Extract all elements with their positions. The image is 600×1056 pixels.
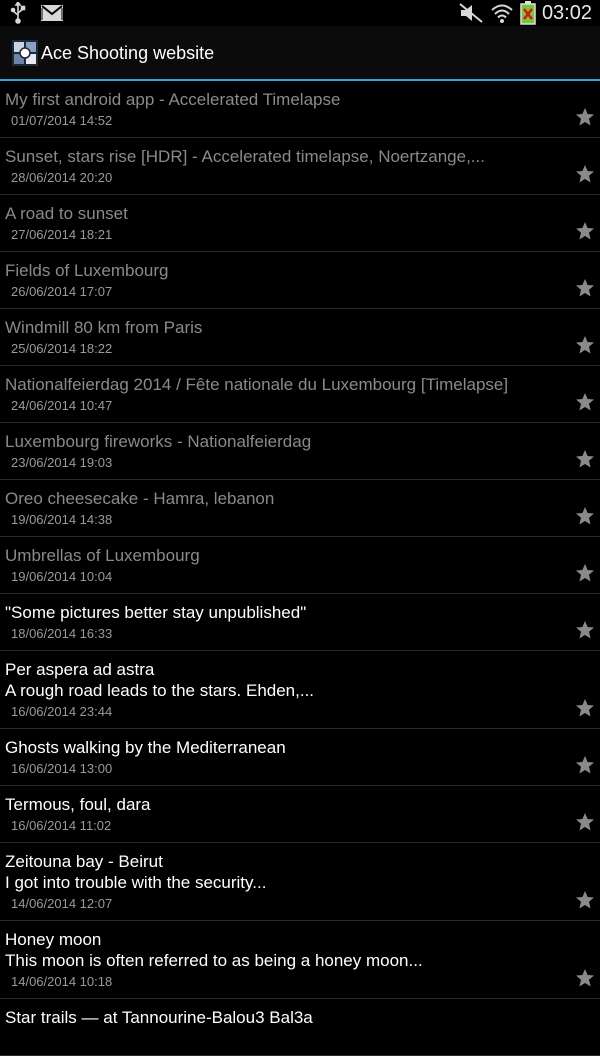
star-icon[interactable] xyxy=(575,392,595,412)
list-item[interactable]: Windmill 80 km from Paris 25/06/2014 18:2… xyxy=(0,309,600,366)
item-subtitle: I got into trouble with the security... xyxy=(5,873,267,892)
item-title: Termous, foul, dara xyxy=(5,795,151,814)
star-icon[interactable] xyxy=(575,698,595,718)
item-subtitle: A rough road leads to the stars. Ehden,.… xyxy=(5,681,315,700)
usb-icon xyxy=(10,2,26,24)
list-item[interactable]: Zeitouna bay - Beirut I got into trouble … xyxy=(0,843,600,921)
item-date: 14/06/2014 10:18 xyxy=(11,974,113,989)
list-item[interactable]: Fields of Luxembourg 26/06/2014 17:07 xyxy=(0,252,600,309)
item-title: A road to sunset xyxy=(5,204,128,223)
item-date: 25/06/2014 18:22 xyxy=(11,341,113,356)
star-icon[interactable] xyxy=(575,449,595,469)
star-icon[interactable] xyxy=(575,107,595,127)
list-item[interactable]: Nationalfeierdag 2014 / Fête nationale d… xyxy=(0,366,600,423)
star-icon[interactable] xyxy=(575,506,595,526)
star-icon[interactable] xyxy=(575,890,595,910)
list-item[interactable]: Star trails — at Tannourine-Balou3 Bal3a xyxy=(0,999,600,1056)
list-item[interactable]: Termous, foul, dara 16/06/2014 11:02 xyxy=(0,786,600,843)
item-date: 16/06/2014 11:02 xyxy=(11,818,112,833)
item-title: Nationalfeierdag 2014 / Fête nationale d… xyxy=(5,375,509,394)
item-date: 14/06/2014 12:07 xyxy=(11,896,113,911)
item-title: Ghosts walking by the Mediterranean xyxy=(5,738,286,757)
battery-icon xyxy=(520,1,536,25)
item-title: Windmill 80 km from Paris xyxy=(5,318,203,337)
list-item[interactable]: Honey moon This moon is often referred to… xyxy=(0,921,600,999)
list-item[interactable]: Per aspera ad astra A rough road leads to… xyxy=(0,651,600,729)
list-item[interactable]: My first android app - Accelerated Timel… xyxy=(0,81,600,138)
item-subtitle: This moon is often referred to as being … xyxy=(5,951,423,970)
item-title: Sunset, stars rise [HDR] - Accelerated t… xyxy=(5,147,485,166)
star-icon[interactable] xyxy=(575,755,595,775)
item-title: Oreo cheesecake - Hamra, lebanon xyxy=(5,489,275,508)
status-time: 03:02 xyxy=(541,1,592,24)
gmail-icon xyxy=(41,5,63,21)
star-icon[interactable] xyxy=(575,620,595,640)
item-title: Zeitouna bay - Beirut xyxy=(5,852,163,871)
item-date: 18/06/2014 16:33 xyxy=(11,626,113,641)
item-title: Star trails — at Tannourine-Balou3 Bal3a xyxy=(5,1008,313,1027)
star-icon[interactable] xyxy=(575,221,595,241)
mute-icon xyxy=(459,3,483,23)
list-item[interactable]: Sunset, stars rise [HDR] - Accelerated t… xyxy=(0,138,600,195)
item-title: "Some pictures better stay unpublished" xyxy=(5,603,307,622)
app-title: Ace Shooting website xyxy=(41,43,215,63)
list-item[interactable]: A road to sunset 27/06/2014 18:21 xyxy=(0,195,600,252)
item-date: 28/06/2014 20:20 xyxy=(11,170,113,185)
list-item[interactable]: "Some pictures better stay unpublished" 1… xyxy=(0,594,600,651)
item-date: 16/06/2014 13:00 xyxy=(11,761,113,776)
status-bar: 03:02 xyxy=(0,0,600,26)
wifi-icon xyxy=(491,4,513,23)
item-title: My first android app - Accelerated Timel… xyxy=(5,90,341,109)
item-date: 27/06/2014 18:21 xyxy=(11,227,113,242)
list-item[interactable]: Umbrellas of Luxembourg 19/06/2014 10:04 xyxy=(0,537,600,594)
item-date: 26/06/2014 17:07 xyxy=(11,284,113,299)
item-date: 23/06/2014 19:03 xyxy=(11,455,113,470)
star-icon[interactable] xyxy=(575,563,595,583)
item-date: 19/06/2014 10:04 xyxy=(11,569,113,584)
app-logo-icon[interactable] xyxy=(12,40,38,66)
item-title: Per aspera ad astra xyxy=(5,660,155,679)
item-date: 01/07/2014 14:52 xyxy=(11,113,113,128)
item-title: Umbrellas of Luxembourg xyxy=(5,546,200,565)
list-item[interactable]: Oreo cheesecake - Hamra, lebanon 19/06/20… xyxy=(0,480,600,537)
item-title: Fields of Luxembourg xyxy=(5,261,169,280)
item-title: Luxembourg fireworks - Nationalfeierdag xyxy=(5,432,312,451)
item-date: 16/06/2014 23:44 xyxy=(11,704,113,719)
list-item[interactable]: Luxembourg fireworks - Nationalfeierdag 2… xyxy=(0,423,600,480)
action-bar: Ace Shooting website xyxy=(0,26,600,81)
star-icon[interactable] xyxy=(575,164,595,184)
item-date: 19/06/2014 14:38 xyxy=(11,512,113,527)
item-title: Honey moon xyxy=(5,930,102,949)
star-icon[interactable] xyxy=(575,968,595,988)
star-icon[interactable] xyxy=(575,335,595,355)
star-icon[interactable] xyxy=(575,812,595,832)
item-date: 24/06/2014 10:47 xyxy=(11,398,113,413)
star-icon[interactable] xyxy=(575,278,595,298)
post-list: My first android app - Accelerated Timel… xyxy=(0,81,600,1056)
list-item[interactable]: Ghosts walking by the Mediterranean 16/06… xyxy=(0,729,600,786)
